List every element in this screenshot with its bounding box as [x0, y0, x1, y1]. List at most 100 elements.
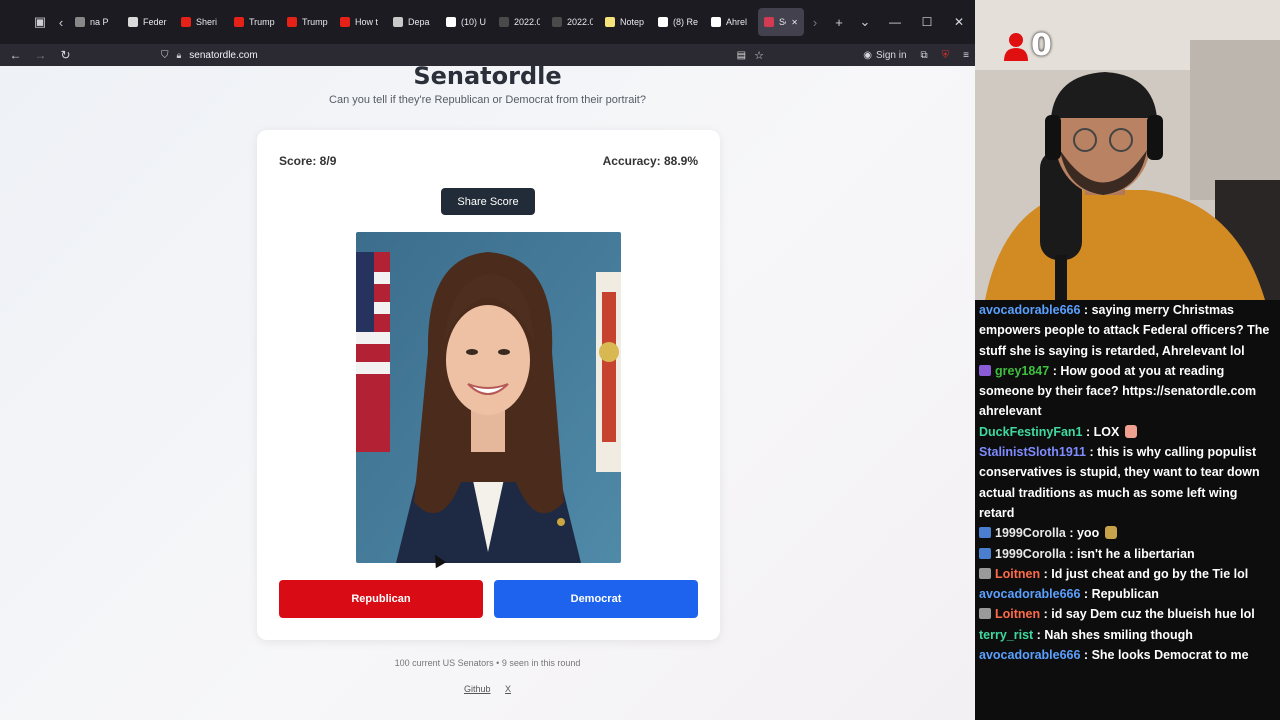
browser-tab[interactable]: Sheri [175, 8, 228, 36]
browser-tab[interactable]: Trump [281, 8, 334, 36]
chat-message: avocadorable666 : Republican [979, 584, 1276, 604]
tab-favicon-icon [446, 17, 456, 27]
chat-username[interactable]: DuckFestinyFan1 [979, 425, 1083, 439]
browser-tab[interactable]: 2022.03.1 [546, 8, 599, 36]
chat-username[interactable]: grey1847 [995, 364, 1049, 378]
close-window-icon[interactable]: ✕ [943, 15, 975, 29]
chat-separator: : [1040, 566, 1052, 581]
chat-text: Id just cheat and go by the Tie lol [1051, 566, 1249, 581]
tracking-shield-icon[interactable]: ⛉ [161, 50, 169, 61]
tab-list-icon[interactable]: ⌄ [852, 9, 878, 35]
reader-view-icon[interactable]: ▤ [737, 50, 746, 61]
democrat-button[interactable]: Democrat [494, 580, 698, 618]
chat-username[interactable]: Loitnen [995, 607, 1040, 621]
chat-username[interactable]: StalinistSloth1911 [979, 445, 1086, 459]
chat-username[interactable]: avocadorable666 [979, 587, 1080, 601]
chat-panel: avocadorable666 : saying merry Christmas… [975, 300, 1280, 720]
chat-username[interactable]: Loitnen [995, 567, 1040, 581]
tab-favicon-icon [181, 17, 191, 27]
tab-favicon-icon [711, 17, 721, 27]
chat-username[interactable]: avocadorable666 [979, 303, 1080, 317]
chat-message: Loitnen : id say Dem cuz the blueish hue… [979, 604, 1276, 624]
extensions-icon[interactable]: ⧉ [921, 50, 928, 61]
browser-tab[interactable]: How t [334, 8, 387, 36]
tab-title: Trump [302, 17, 328, 27]
tab-bar: ▣ ‹ na P Feder Sheri Trump Trump How t Depa (10… [0, 0, 975, 44]
chat-separator: : [1080, 648, 1092, 663]
account-icon[interactable]: ◉ [863, 50, 872, 61]
bookmark-star-icon[interactable]: ☆ [754, 49, 764, 62]
sub-count: 0 [1031, 28, 1052, 63]
chat-username[interactable]: 1999Corolla [995, 547, 1066, 561]
maximize-icon[interactable]: ☐ [911, 15, 943, 29]
tab-favicon-icon [393, 17, 403, 27]
page-subtitle: Can you tell if they're Republican or De… [329, 94, 646, 106]
forward-icon[interactable]: → [28, 48, 53, 62]
tab-overview-icon[interactable]: ▣ [27, 9, 53, 35]
tab-title: Feder [143, 17, 167, 27]
browser-tab[interactable]: Depa [387, 8, 440, 36]
tab-favicon-icon [287, 17, 297, 27]
tab-scroll-left-icon[interactable]: ‹ [53, 9, 69, 35]
browser-tab[interactable]: Notep [599, 8, 652, 36]
browser-tab[interactable]: Trump [228, 8, 281, 36]
sign-in-button[interactable]: Sign in [876, 50, 907, 61]
browser-tab[interactable]: Se ✕ [758, 8, 804, 36]
tab-favicon-icon [764, 17, 774, 27]
chat-separator: : [1033, 627, 1045, 642]
chat-username[interactable]: avocadorable666 [979, 648, 1080, 662]
tab-title: Depa [408, 17, 430, 27]
footer-links: Github X [0, 684, 975, 694]
chat-separator: : [1049, 363, 1061, 378]
tab-scroll-right-icon[interactable]: › [804, 9, 826, 35]
chat-text: yoo [1076, 526, 1100, 541]
portrait-image [356, 232, 621, 563]
tab-title: 2022.03.1 [567, 17, 593, 27]
browser-tab[interactable]: Ahrel [705, 8, 758, 36]
ublock-icon[interactable]: ⛨ [942, 50, 950, 61]
chat-separator: : [1065, 526, 1077, 541]
chat-badge-icon [979, 527, 991, 539]
close-tab-icon[interactable]: ✕ [791, 18, 798, 27]
chat-message: DuckFestinyFan1 : LOX [979, 422, 1276, 442]
chat-username[interactable]: terry_rist [979, 628, 1033, 642]
accuracy-label: Accuracy: 88.9% [602, 154, 698, 168]
page-content: Senatordle Can you tell if they're Repub… [0, 62, 975, 720]
tab-favicon-icon [499, 17, 509, 27]
new-tab-icon[interactable]: + [826, 9, 852, 35]
sub-counter: 0 [1003, 28, 1052, 63]
github-link[interactable]: Github [464, 684, 491, 694]
browser-tab[interactable]: (8) Re [652, 8, 705, 36]
share-score-button[interactable]: Share Score [441, 188, 535, 215]
browser-tab[interactable]: na P [69, 8, 122, 36]
chat-emote-icon [1125, 424, 1138, 438]
minimize-icon[interactable]: — [879, 15, 911, 29]
browser-window: ▣ ‹ na P Feder Sheri Trump Trump How t Depa (10… [0, 0, 975, 720]
browser-tab[interactable]: Feder [122, 8, 175, 36]
senator-portrait [356, 232, 621, 563]
tab-favicon-icon [75, 17, 85, 27]
reload-icon[interactable]: ↻ [53, 48, 78, 62]
tab-title: Notep [620, 17, 645, 27]
chat-message: grey1847 : How good at you at reading so… [979, 361, 1276, 422]
x-link[interactable]: X [505, 684, 511, 694]
chat-badge-icon [979, 608, 991, 620]
browser-tab[interactable]: (10) U [440, 8, 493, 36]
chat-separator: : [1080, 303, 1092, 317]
republican-button[interactable]: Republican [279, 580, 483, 618]
chat-separator: : [1085, 445, 1098, 460]
tab-favicon-icon [340, 17, 350, 27]
back-icon[interactable]: ← [3, 48, 28, 62]
tab-title: Ahrel [726, 17, 748, 27]
chat-message: 1999Corolla : yoo [979, 523, 1276, 543]
tab-title: Sheri [196, 17, 218, 27]
browser-tab[interactable]: 2022.03.1 [493, 8, 546, 36]
url-text[interactable]: senatordle.com [189, 50, 257, 61]
lock-icon[interactable]: 🔒︎ [177, 50, 182, 61]
tab-favicon-icon [128, 17, 138, 27]
chat-separator: : [1082, 424, 1094, 439]
chat-message: StalinistSloth1911 : this is why calling… [979, 442, 1276, 523]
menu-icon[interactable]: ≡ [963, 50, 969, 61]
chat-username[interactable]: 1999Corolla [995, 526, 1066, 540]
tab-title: (10) U [461, 17, 487, 27]
